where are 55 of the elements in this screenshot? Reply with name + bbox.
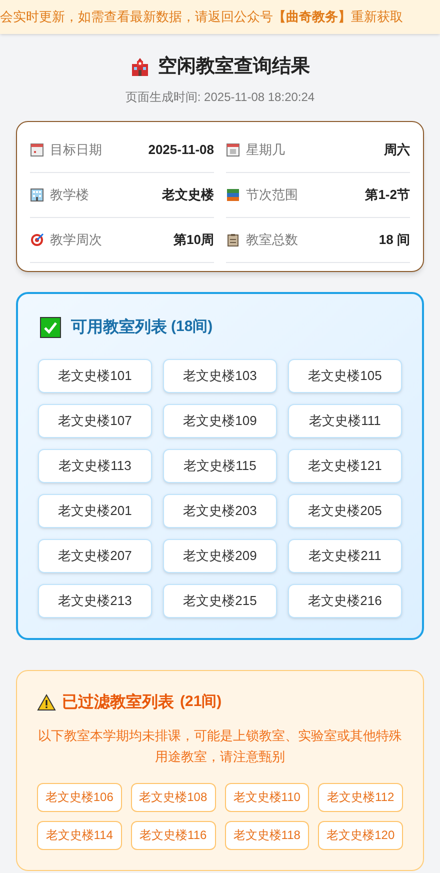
info-label: 目标日期 — [50, 140, 102, 159]
info-label: 教室总数 — [246, 230, 298, 249]
room-chip: 老文史楼106 — [37, 782, 122, 812]
info-value: 18 间 — [378, 230, 410, 249]
warning-icon — [37, 694, 56, 711]
calendar-icon — [226, 142, 240, 156]
filter-note: 以下教室本学期均未排课，可能是上锁教室、实验室或其他特殊用途教室，请注意甄别 — [37, 726, 403, 766]
room-chip: 老文史楼215 — [163, 584, 277, 618]
generated-time: 页面生成时间: 2025-11-08 18:20:24 — [125, 88, 315, 106]
school-icon — [130, 57, 150, 78]
room-chip: 老文史楼113 — [38, 448, 152, 482]
target-icon — [30, 232, 44, 246]
info-label: 节次范围 — [246, 186, 298, 204]
section-count: (18间) — [171, 317, 213, 338]
page-title: 空闲教室查询结果 — [158, 54, 310, 79]
notice-text: 会实时更新，如需查看最新数据，请返回公众号【曲奇教务】重新获取 — [0, 8, 403, 26]
room-chip: 老文史楼107 — [38, 404, 152, 438]
room-chip: 老文史楼121 — [288, 448, 402, 482]
room-chip: 老文史楼203 — [163, 494, 277, 528]
info-value: 周六 — [384, 140, 410, 159]
building-icon — [30, 188, 44, 202]
section-title: 可用教室列表 — [71, 317, 167, 338]
info-label: 教学楼 — [50, 186, 89, 204]
room-chip: 老文史楼116 — [130, 820, 216, 850]
info-label: 星期几 — [246, 140, 285, 159]
room-chip: 老文史楼213 — [38, 584, 152, 618]
room-chip: 老文史楼120 — [318, 820, 403, 850]
room-chip: 老文史楼209 — [163, 538, 277, 572]
room-chip: 老文史楼205 — [288, 494, 402, 528]
room-chip: 老文史楼118 — [224, 820, 310, 850]
room-chip: 老文史楼211 — [288, 538, 402, 572]
room-chip: 老文史楼105 — [288, 358, 402, 392]
room-chip: 老文史楼110 — [224, 782, 310, 812]
room-chip: 老文史楼115 — [163, 448, 277, 482]
room-chip: 老文史楼111 — [288, 404, 402, 438]
room-chip: 老文史楼201 — [38, 494, 152, 528]
room-chip: 老文史楼109 — [163, 404, 277, 438]
info-label: 教学周次 — [50, 230, 102, 249]
room-chip: 老文史楼101 — [38, 358, 152, 392]
info-value: 第10周 — [174, 230, 214, 249]
section-title: 已过滤教室列表 — [62, 692, 174, 712]
clipboard-icon — [226, 232, 240, 246]
room-chip: 老文史楼114 — [37, 820, 122, 850]
room-chip: 老文史楼207 — [38, 538, 152, 572]
info-value: 老文史楼 — [162, 186, 214, 204]
room-chip: 老文史楼216 — [288, 584, 402, 618]
info-value: 第1-2节 — [365, 186, 410, 204]
room-chip: 老文史楼108 — [130, 782, 216, 812]
section-count: (21间) — [180, 692, 222, 712]
room-chip: 老文史楼103 — [163, 358, 277, 392]
info-value: 2025-11-08 — [148, 140, 214, 159]
books-icon — [226, 188, 240, 202]
checkmark-icon — [40, 317, 61, 338]
calendar-icon — [30, 142, 44, 156]
room-chip: 老文史楼112 — [318, 782, 403, 812]
